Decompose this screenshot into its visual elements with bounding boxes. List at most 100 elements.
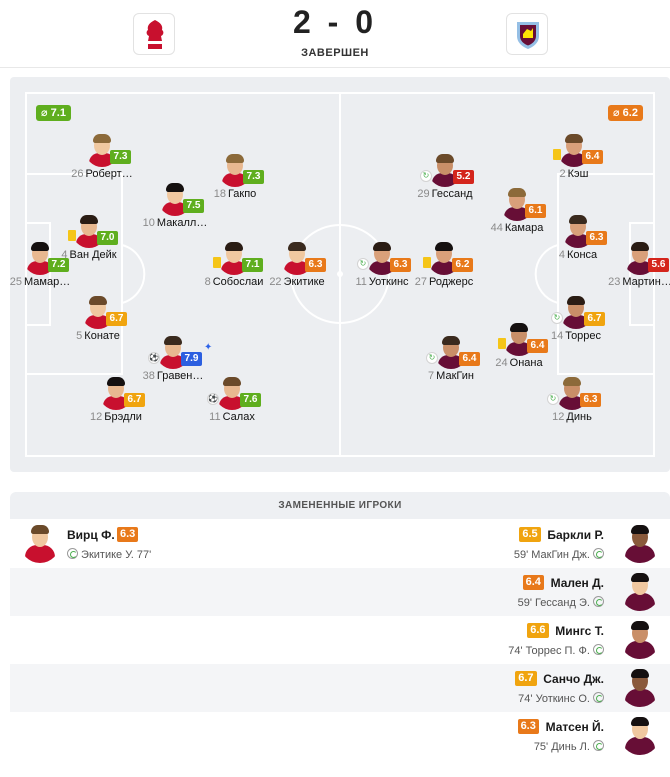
substitute-avatar[interactable] bbox=[620, 619, 660, 659]
player-rating: 5.2 bbox=[453, 170, 474, 184]
player-number: 5 bbox=[76, 330, 83, 342]
player-name-text: Конате bbox=[84, 330, 120, 342]
player-rating: 6.3 bbox=[305, 258, 326, 272]
player-number: 44 bbox=[490, 222, 503, 234]
away-average-rating: ⌀ 6.2 bbox=[608, 105, 643, 121]
substitute-name[interactable]: Мален Д. bbox=[551, 576, 604, 590]
substitute-avatar[interactable] bbox=[20, 523, 60, 563]
player-name-text: Динь bbox=[566, 411, 592, 423]
player-name: 11 Салах bbox=[187, 411, 277, 424]
yellow-card-icon bbox=[213, 257, 221, 268]
player-name-text: Кэш bbox=[567, 168, 589, 180]
substitute-name[interactable]: Санчо Дж. bbox=[543, 672, 604, 686]
player-name: 25 Мамар… bbox=[10, 276, 85, 289]
player-name: 10 Макалл… bbox=[130, 217, 220, 230]
player-away-2[interactable]: 6.4 2 Кэш bbox=[529, 133, 619, 181]
player-number: 2 bbox=[559, 168, 566, 180]
substitute-avatar[interactable] bbox=[620, 571, 660, 611]
substitution-icon bbox=[593, 644, 604, 655]
substitute-rating: 6.4 bbox=[522, 575, 544, 590]
substitute-detail-text: 59' Гессанд Э. bbox=[517, 597, 593, 609]
player-rating: 7.5 bbox=[183, 199, 204, 213]
player-away-12[interactable]: 6.3 ↻ 12 Динь bbox=[527, 376, 617, 424]
player-rating: 5.6 bbox=[648, 258, 669, 272]
player-number: 10 bbox=[142, 217, 155, 229]
substitute-name[interactable]: Мингс Т. bbox=[555, 624, 604, 638]
substitute-row: Мален Д. 6.4 59' Гессанд Э. bbox=[10, 568, 670, 616]
player-home-11[interactable]: 7.6 ⚽ 11 Салах bbox=[187, 376, 277, 424]
player-rating: 6.4 bbox=[459, 352, 480, 366]
substitute-detail: 59' Гессанд Э. bbox=[518, 596, 604, 609]
yellow-card-icon bbox=[68, 230, 76, 241]
player-name: 12 Брэдли bbox=[71, 411, 161, 424]
substitute-name[interactable]: Матсен Й. bbox=[546, 720, 604, 734]
player-rating: 6.7 bbox=[124, 393, 145, 407]
player-name-text: Мамар… bbox=[24, 276, 71, 288]
player-number: 18 bbox=[213, 188, 226, 200]
player-away-29[interactable]: 5.2 ↻ 29 Гессанд bbox=[400, 153, 490, 201]
player-name-text: Конса bbox=[566, 249, 598, 261]
substitute-rating: 6.7 bbox=[515, 671, 537, 686]
player-number: 38 bbox=[142, 370, 155, 382]
substitute-detail-text: Экитике У. 77' bbox=[78, 549, 152, 561]
player-rating: 6.3 bbox=[580, 393, 601, 407]
player-home-22[interactable]: 6.3 22 Экитике bbox=[252, 241, 342, 289]
player-home-26[interactable]: 7.3 26 Роберт… bbox=[57, 133, 147, 181]
substitute-rating: 6.6 bbox=[527, 623, 549, 638]
player-rating: 6.4 bbox=[582, 150, 603, 164]
player-number: 14 bbox=[550, 330, 564, 342]
player-name-text: Мартин… bbox=[622, 276, 670, 288]
player-name: 12 Динь bbox=[527, 411, 617, 424]
match-header: 2 - 0 ЗАВЕРШЕН bbox=[0, 0, 670, 68]
substitute-name[interactable]: Вирц Ф. bbox=[67, 528, 115, 542]
player-rating: 6.2 bbox=[452, 258, 473, 272]
player-name: 23 Мартин… bbox=[595, 276, 670, 289]
player-name: 26 Роберт… bbox=[57, 168, 147, 181]
player-name: 18 Гакпо bbox=[190, 188, 280, 201]
best-player-star-icon: ✦ bbox=[204, 342, 213, 353]
player-name-text: Макалл… bbox=[156, 217, 208, 229]
player-number: 24 bbox=[495, 357, 508, 369]
player-number: 11 bbox=[209, 411, 221, 423]
player-number: 8 bbox=[204, 276, 211, 288]
substitute-detail: 74' Уоткинс О. bbox=[518, 692, 604, 705]
substitute-avatar[interactable] bbox=[620, 523, 660, 563]
player-name: 4 Конса bbox=[533, 249, 623, 262]
match-score: 2 - 0 bbox=[292, 4, 378, 40]
player-name-text: Торрес bbox=[565, 330, 602, 342]
player-name-text: Гессанд bbox=[431, 188, 473, 200]
substitute-rating: 6.3 bbox=[517, 719, 539, 734]
player-name: 22 Экитике bbox=[252, 276, 342, 289]
player-name-text: Роджерс bbox=[429, 276, 474, 288]
substitute-row: Санчо Дж. 6.7 74' Уоткинс О. bbox=[10, 664, 670, 712]
player-number: 4 bbox=[558, 249, 565, 261]
player-home-12[interactable]: 6.7 12 Брэдли bbox=[71, 376, 161, 424]
player-name-text: Камара bbox=[504, 222, 544, 234]
player-name-text: Брэдли bbox=[104, 411, 142, 423]
player-away-14[interactable]: 6.7 ↻ 14 Торрес bbox=[531, 295, 621, 343]
substitute-avatar[interactable] bbox=[620, 715, 660, 755]
substitute-name[interactable]: Баркли Р. bbox=[547, 528, 604, 542]
player-away-7[interactable]: 6.4 ↻ 7 МакГин bbox=[406, 335, 496, 383]
substitute-avatar[interactable] bbox=[620, 667, 660, 707]
substitute-row: Мингс Т. 6.6 74' Торрес П. Ф. bbox=[10, 616, 670, 664]
player-home-18[interactable]: 7.3 18 Гакпо bbox=[190, 153, 280, 201]
player-rating: 7.2 bbox=[48, 258, 69, 272]
player-name-text: Уоткинс bbox=[368, 276, 409, 288]
substitution-icon: ↻ bbox=[420, 170, 432, 182]
player-name: 14 Торрес bbox=[531, 330, 621, 343]
player-name: 29 Гессанд bbox=[400, 188, 490, 201]
player-name: 11 Уоткинс bbox=[337, 276, 427, 289]
aston-villa-crest-icon[interactable] bbox=[506, 13, 548, 55]
goal-ball-icon: ⚽ bbox=[207, 393, 219, 405]
substitution-icon: ↻ bbox=[547, 393, 559, 405]
substitute-detail: 74' Торрес П. Ф. bbox=[508, 644, 604, 657]
player-number: 7 bbox=[428, 370, 435, 382]
player-away-11[interactable]: 6.3 ↻ 11 Уоткинс bbox=[337, 241, 427, 289]
substitution-icon bbox=[593, 692, 604, 703]
substitute-detail: 59' МакГин Дж. bbox=[514, 548, 604, 561]
player-name-text: Роберт… bbox=[85, 168, 133, 180]
player-home-25[interactable]: 7.2 25 Мамар… bbox=[10, 241, 85, 289]
player-name: 7 МакГин bbox=[406, 370, 496, 383]
substitution-icon: ↻ bbox=[426, 352, 438, 364]
